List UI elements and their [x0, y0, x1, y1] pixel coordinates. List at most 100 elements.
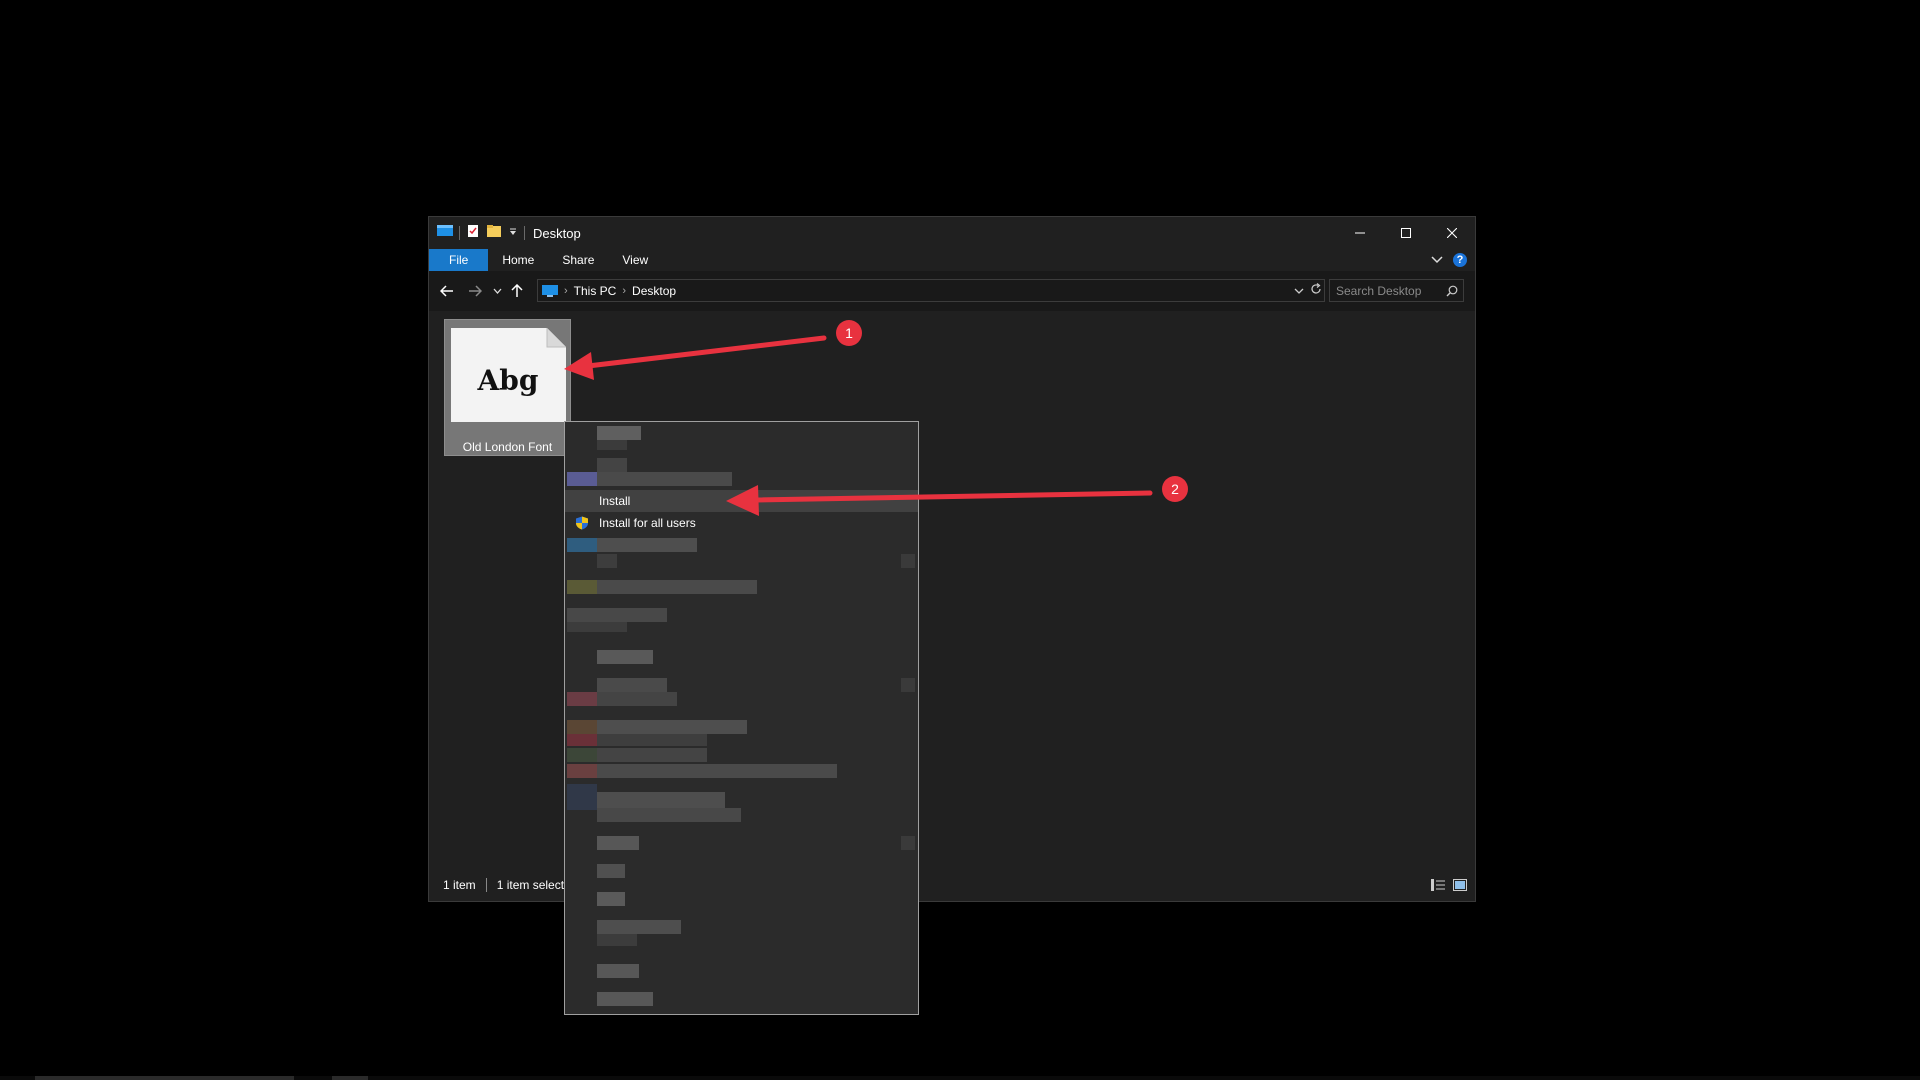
maximize-icon — [1401, 228, 1411, 238]
blurred-menu-item — [597, 934, 637, 946]
arrow-left-icon — [440, 285, 453, 297]
blurred-menu-item[interactable] — [597, 458, 627, 472]
address-controls — [1294, 280, 1322, 301]
large-icons-view-icon — [1453, 879, 1467, 891]
caption-buttons — [1337, 217, 1475, 249]
blurred-menu-icon — [567, 764, 597, 778]
taskbar-edge — [0, 1076, 1920, 1080]
blurred-menu-icon — [567, 580, 597, 594]
blurred-menu-icon — [567, 472, 597, 486]
breadcrumb-this-pc[interactable]: This PC — [574, 284, 617, 298]
status-separator — [485, 878, 487, 892]
arrow-right-icon — [469, 285, 482, 297]
blurred-menu-icon — [567, 734, 597, 746]
tab-view[interactable]: View — [608, 249, 662, 271]
search-icon[interactable] — [1446, 285, 1458, 297]
details-view-icon — [1431, 879, 1445, 891]
large-icons-view-button[interactable] — [1453, 879, 1467, 891]
blurred-menu-icon — [567, 538, 597, 552]
address-bar[interactable]: › This PC › Desktop — [537, 279, 1325, 302]
menu-item-label: Install for all users — [599, 516, 696, 530]
blurred-menu-item[interactable] — [597, 538, 697, 552]
blurred-menu-icon — [567, 748, 597, 762]
blurred-menu-item[interactable] — [597, 964, 639, 978]
search-input[interactable] — [1330, 282, 1446, 299]
refresh-icon — [1311, 283, 1321, 294]
blurred-menu-item[interactable] — [597, 836, 639, 850]
file-item-old-london-font[interactable]: Abg Old London Font — [444, 319, 571, 456]
blurred-menu-icon — [567, 720, 597, 734]
blurred-menu-item[interactable] — [597, 720, 747, 734]
help-icon[interactable]: ? — [1453, 253, 1467, 267]
view-toggle — [1431, 869, 1467, 901]
font-file-icon: Abg — [451, 328, 566, 422]
blurred-menu-item[interactable] — [597, 920, 681, 934]
breadcrumb-desktop[interactable]: Desktop — [632, 284, 676, 298]
blurred-menu-item[interactable] — [597, 864, 625, 878]
blurred-menu-item[interactable] — [597, 892, 625, 906]
navigation-bar: › This PC › Desktop — [429, 271, 1475, 311]
details-view-button[interactable] — [1431, 879, 1445, 891]
blurred-menu-item[interactable] — [597, 764, 837, 778]
menu-item-install[interactable]: Install — [565, 490, 918, 512]
blurred-menu-item[interactable] — [597, 472, 732, 486]
taskbar-segment — [35, 1076, 294, 1080]
blurred-menu-item — [597, 440, 627, 450]
chevron-down-icon — [1431, 256, 1443, 264]
recent-locations-button[interactable] — [489, 277, 505, 305]
taskbar-segment — [332, 1076, 368, 1080]
customize-qa-icon[interactable] — [508, 224, 518, 242]
blurred-menu-item[interactable] — [597, 692, 677, 706]
blurred-menu-item[interactable] — [597, 792, 725, 808]
chevron-down-icon — [493, 288, 501, 294]
blurred-menu-icon — [567, 692, 597, 706]
menu-item-install-for-all-users[interactable]: Install for all users — [565, 512, 918, 534]
tab-share[interactable]: Share — [548, 249, 608, 271]
blurred-menu-item[interactable] — [597, 992, 653, 1006]
chevron-down-icon — [1294, 288, 1304, 294]
back-button[interactable] — [433, 277, 461, 305]
uac-shield-icon — [576, 516, 588, 530]
expand-ribbon-button[interactable] — [1431, 251, 1443, 269]
window-title: Desktop — [533, 225, 581, 241]
breadcrumb-separator: › — [622, 284, 627, 297]
breadcrumb-separator: › — [564, 284, 568, 297]
blurred-submenu-arrow — [901, 554, 915, 568]
new-folder-icon[interactable] — [486, 224, 502, 243]
tab-file[interactable]: File — [429, 249, 489, 271]
ribbon-right-controls: ? — [1431, 249, 1467, 271]
tab-home[interactable]: Home — [488, 249, 548, 271]
blurred-menu-item — [597, 808, 741, 822]
ribbon-tabs: File Home Share View ? — [429, 249, 1475, 271]
search-box[interactable] — [1329, 279, 1464, 302]
blurred-submenu-arrow — [901, 836, 915, 850]
qa-separator — [524, 226, 525, 240]
font-preview-text: Abg — [477, 364, 539, 397]
blurred-menu-icon — [567, 784, 597, 810]
blurred-menu-item[interactable] — [597, 650, 653, 664]
blurred-menu-item[interactable] — [597, 678, 667, 692]
blurred-submenu-arrow — [901, 678, 915, 692]
explorer-icon — [437, 224, 453, 243]
file-name-label: Old London Font — [462, 440, 553, 454]
close-icon — [1447, 228, 1457, 238]
title-bar[interactable]: Desktop — [429, 217, 1475, 249]
blurred-menu-item[interactable] — [567, 608, 667, 622]
close-button[interactable] — [1429, 217, 1475, 249]
blurred-menu-item — [597, 554, 617, 568]
blurred-menu-item[interactable] — [597, 748, 707, 762]
minimize-button[interactable] — [1337, 217, 1383, 249]
forward-button[interactable] — [461, 277, 489, 305]
minimize-icon — [1355, 232, 1365, 234]
context-menu: Install Install for all users — [564, 421, 919, 1015]
blurred-menu-item[interactable] — [597, 426, 641, 440]
quick-access-toolbar — [437, 224, 525, 243]
up-button[interactable] — [505, 277, 529, 305]
status-selected-count: 1 item select — [496, 878, 565, 892]
refresh-button[interactable] — [1310, 283, 1322, 298]
maximize-button[interactable] — [1383, 217, 1429, 249]
qa-separator — [459, 226, 460, 240]
blurred-menu-item[interactable] — [597, 580, 757, 594]
properties-icon[interactable] — [466, 224, 480, 243]
address-dropdown-button[interactable] — [1294, 284, 1304, 298]
